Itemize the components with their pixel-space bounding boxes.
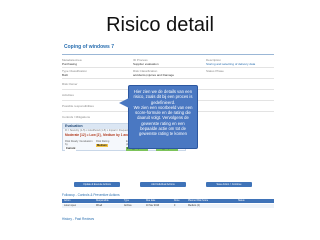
callout-line: gewenste rating te komen: [139, 131, 187, 137]
col-header-planned-score: Planned Risk Score: [188, 200, 209, 202]
col-header-done: Done: [174, 200, 180, 202]
field-label: Possible responsibilities: [62, 104, 94, 108]
slide-title: Risico detail: [106, 14, 214, 36]
col-header-responsible: Responsible: [96, 200, 109, 202]
field-risk-classification: Risk Classification accidents,injuries a…: [133, 69, 174, 77]
cell-label: Risk Ready / Evaluation by: [65, 140, 93, 147]
eval-cell-current: Risk Ready / Evaluation by Current: [65, 140, 95, 151]
field-risk-owner: Risk Owner: [62, 82, 78, 86]
title-divider: [62, 54, 274, 55]
cell-done: 0: [174, 205, 176, 207]
action-button-row: Update & Execute Actions Add Individual …: [62, 182, 274, 187]
field-value: Supplier evaluation: [133, 62, 159, 66]
field-possible-responsibilities: Possible responsibilities: [62, 104, 94, 108]
row-divider: [62, 78, 274, 79]
field-activities: Activities: [62, 93, 74, 97]
history-section-title[interactable]: History - Past Reviews: [62, 217, 94, 221]
field-status-phase: Status Phase: [206, 69, 224, 73]
cell-action: Lorem spec: [64, 205, 77, 207]
col-header-status: Status: [238, 200, 245, 202]
cell-planned-score: Medium (4): [188, 205, 200, 207]
cell-type: Archive: [124, 205, 132, 207]
field-label: Status Phase: [206, 69, 224, 73]
field-id-process: ID Process Supplier evaluation: [133, 58, 159, 66]
field-controls: Controls / Mitigations: [62, 115, 90, 119]
col-header-type: Type: [124, 200, 129, 202]
field-value: Purchasing: [62, 62, 78, 66]
cell-label: Risk Rating: [96, 140, 110, 143]
field-value: accidents,injuries and Damage: [133, 73, 175, 77]
field-value-link[interactable]: Storing and selecting of delivery data: [206, 62, 255, 66]
actions-table-header: Action Responsible Type Due date Done Pl…: [62, 199, 274, 203]
cell-responsible: Wivell: [96, 205, 103, 207]
followup-section-title: Followup - Controls & Preventive Actions: [62, 193, 120, 197]
cell-value: Medium: [96, 144, 108, 148]
add-actions-button[interactable]: Add Individual Actions: [140, 182, 186, 187]
row-divider: [62, 67, 274, 68]
field-description[interactable]: Description Storing and selecting of del…: [206, 58, 255, 66]
col-header-due-date: Due date: [146, 200, 156, 202]
annotation-callout: Hier zien we de details van een risico, …: [119, 85, 198, 149]
field-label: Risk Owner: [62, 82, 78, 86]
field-label: Activities: [62, 93, 74, 97]
col-header-action: Action: [64, 200, 71, 202]
save-continue-button[interactable]: Save Action > Continue: [206, 182, 252, 187]
cell-due-date: 10 Nov 2016: [146, 205, 160, 207]
field-value: Built: [62, 73, 68, 77]
callout-line: risico, zoals dit bij een proces is: [133, 94, 193, 100]
update-actions-button[interactable]: Update & Execute Actions: [74, 182, 120, 187]
callout-line: daaruit volgt. Vervolgens de: [137, 115, 189, 121]
table-row[interactable]: Lorem spec Wivell Archive 10 Nov 2016 0 …: [62, 204, 274, 208]
page-title: Coping of windows 7: [64, 44, 114, 50]
field-metadata-area: Metadata Area Purchasing: [62, 58, 82, 66]
cell-value: Current: [65, 147, 77, 151]
field-label: Controls / Mitigations: [62, 115, 91, 119]
eval-cell-rating: Risk Rating Medium: [96, 140, 125, 150]
field-type-classification: Type Classification Built: [62, 69, 87, 77]
